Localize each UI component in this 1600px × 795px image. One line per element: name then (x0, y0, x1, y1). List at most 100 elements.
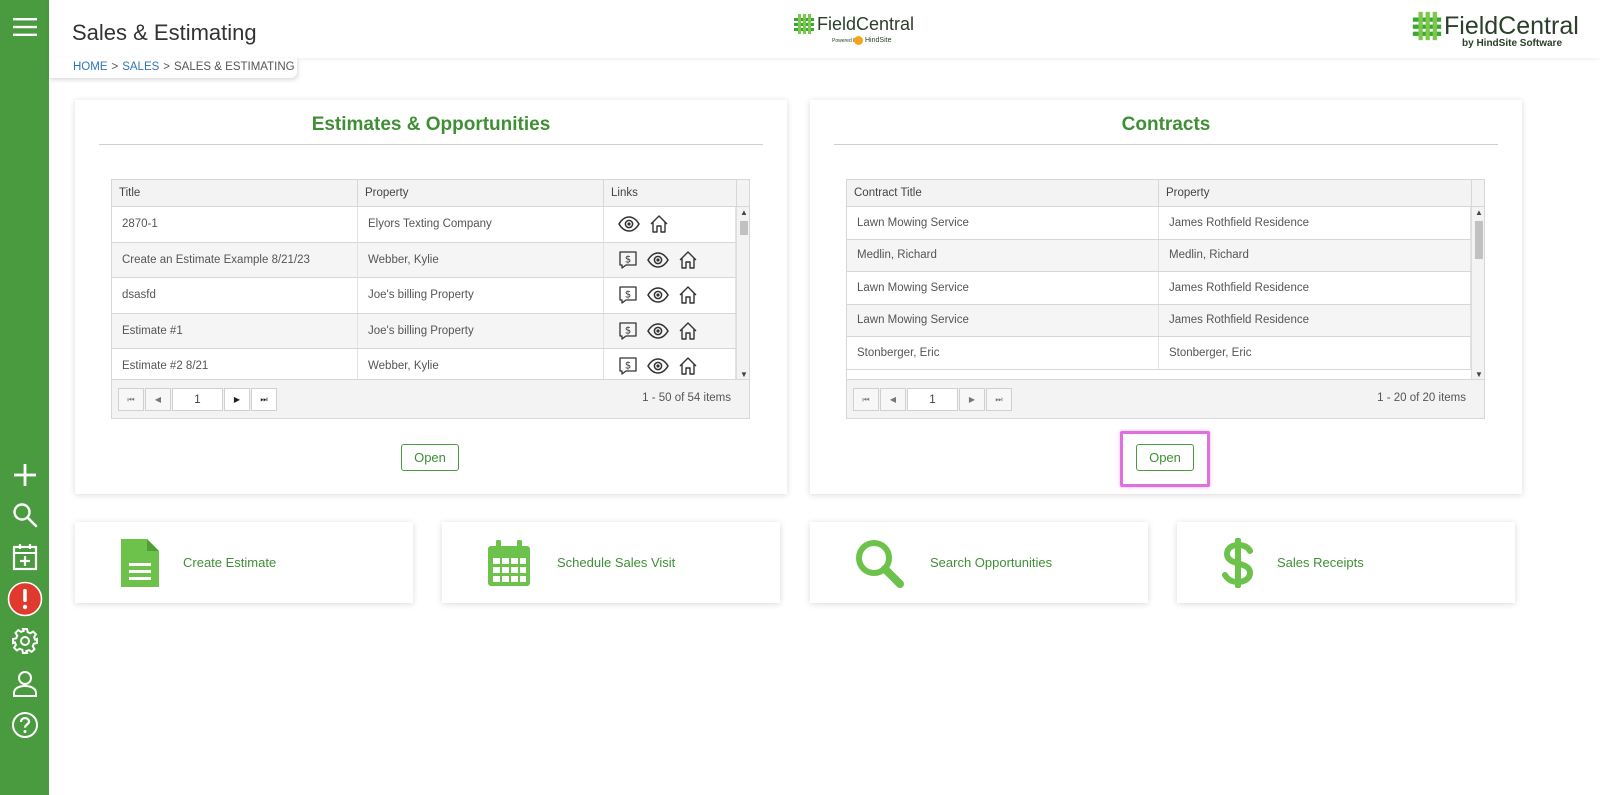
estimate-dollar-icon[interactable]: $ (618, 321, 638, 341)
scroll-thumb[interactable] (1475, 221, 1483, 259)
row-property: Webber, Kylie (358, 242, 604, 277)
plus-icon[interactable] (0, 457, 49, 493)
prev-page-button[interactable]: ◀ (145, 388, 171, 411)
estimates-title: Estimates & Opportunities (311, 114, 551, 135)
sales-receipts-card[interactable]: Sales Receipts (1177, 522, 1515, 603)
row-title: Stonberger, Eric (847, 337, 1159, 369)
divider (834, 144, 1498, 145)
logo-right-text: FieldCentral (1444, 12, 1579, 40)
svg-text:$: $ (625, 325, 631, 336)
row-property: James Rothfield Residence (1159, 272, 1471, 304)
breadcrumb: HOME > SALES > SALES & ESTIMATING (49, 58, 297, 78)
first-page-button[interactable]: ⏮ (118, 388, 144, 411)
breadcrumb-home[interactable]: HOME (73, 61, 108, 73)
row-title: Create an Estimate Example 8/21/23 (112, 242, 358, 277)
estimate-dollar-icon[interactable]: $ (618, 356, 638, 376)
row-links: $ (604, 278, 736, 313)
column-header-title[interactable]: Title (112, 180, 358, 207)
view-icon[interactable] (647, 287, 669, 304)
last-page-button[interactable]: ⏭ (251, 388, 277, 411)
alert-icon[interactable] (0, 581, 49, 617)
scroll-thumb[interactable] (740, 221, 748, 235)
menu-icon[interactable] (0, 9, 49, 45)
calendar-icon (484, 538, 534, 588)
svg-text:$: $ (625, 254, 631, 265)
view-icon[interactable] (647, 251, 669, 268)
table-row[interactable]: Lawn Mowing Service James Rothfield Resid… (847, 207, 1471, 240)
table-row[interactable]: Medlin, Richard Medlin, Richard (847, 239, 1471, 272)
contracts-title: Contracts (1121, 114, 1211, 135)
schedule-sales-visit-card[interactable]: Schedule Sales Visit (442, 522, 780, 603)
user-icon[interactable] (0, 665, 49, 701)
estimates-panel: Estimates & Opportunities Title Property… (75, 100, 787, 494)
view-icon[interactable] (647, 322, 669, 339)
column-header-links[interactable]: Links (604, 180, 737, 207)
scrollbar[interactable]: ▲ ▼ (736, 207, 749, 380)
scrollbar[interactable]: ▲ ▼ (1471, 207, 1484, 380)
row-property: James Rothfield Residence (1159, 304, 1471, 336)
first-page-button[interactable]: ⏮ (853, 388, 879, 411)
breadcrumb-current: SALES & ESTIMATING (174, 61, 295, 73)
table-row[interactable]: Estimate #1 Joe's billing Property $ (112, 313, 736, 349)
row-property: Medlin, Richard (1159, 239, 1471, 271)
column-header-property[interactable]: Property (358, 180, 604, 207)
logo-right-tagline: by HindSite Software (1462, 38, 1563, 49)
next-page-button[interactable]: ▶ (224, 388, 250, 411)
column-header-contract-title[interactable]: Contract Title (847, 180, 1159, 207)
dollar-icon (1213, 538, 1263, 588)
sales-receipts-label: Sales Receipts (1277, 555, 1364, 570)
row-title: Estimate #1 (112, 313, 358, 348)
property-icon[interactable] (678, 285, 698, 305)
row-title: Lawn Mowing Service (847, 272, 1159, 304)
contracts-grid: Contract Title Property Lawn Mowing Serv… (846, 179, 1485, 419)
sidebar (0, 0, 49, 795)
row-title: 2870-1 (112, 207, 358, 242)
table-row[interactable]: Create an Estimate Example 8/21/23 Webber… (112, 242, 736, 278)
prev-page-button[interactable]: ◀ (880, 388, 906, 411)
pager-info: 1 - 50 of 54 items (642, 392, 731, 404)
table-row[interactable]: dsasfd Joe's billing Property $ (112, 278, 736, 314)
property-icon[interactable] (649, 214, 669, 234)
table-row[interactable]: Stonberger, Eric Stonberger, Eric (847, 337, 1471, 370)
row-property: Joe's billing Property (358, 313, 604, 348)
estimate-dollar-icon[interactable]: $ (618, 285, 638, 305)
search-icon (854, 538, 904, 588)
table-row[interactable]: Lawn Mowing Service James Rothfield Resid… (847, 272, 1471, 305)
search-opportunities-card[interactable]: Search Opportunities (810, 522, 1148, 603)
view-icon[interactable] (618, 216, 640, 233)
grid-header: Title Property Links (112, 180, 749, 207)
calendar-add-icon[interactable] (0, 539, 49, 575)
last-page-button[interactable]: ⏭ (986, 388, 1012, 411)
fieldcentral-logo-center: FieldCentral Powered By HindSite (792, 10, 915, 48)
row-property: Joe's billing Property (358, 278, 604, 313)
logo-center-text: FieldCentral (817, 14, 915, 34)
next-page-button[interactable]: ▶ (959, 388, 985, 411)
create-estimate-card[interactable]: Create Estimate (75, 522, 413, 603)
page-header: Sales & Estimating FieldCentral Powered … (49, 0, 1600, 58)
column-header-property[interactable]: Property (1159, 180, 1472, 207)
svg-text:$: $ (625, 361, 631, 372)
property-icon[interactable] (678, 250, 698, 270)
svg-text:$: $ (625, 290, 631, 301)
breadcrumb-sep: > (111, 61, 119, 73)
fieldcentral-mark-icon (1412, 11, 1442, 41)
row-links: $ (604, 313, 736, 348)
view-icon[interactable] (647, 358, 669, 375)
breadcrumb-sales[interactable]: SALES (122, 61, 159, 73)
property-icon[interactable] (678, 321, 698, 341)
estimate-dollar-icon[interactable]: $ (618, 250, 638, 270)
logo-center-brand: HindSite (865, 37, 892, 44)
property-icon[interactable] (678, 356, 698, 376)
contracts-panel: Contracts Contract Title Property Lawn M… (810, 100, 1522, 494)
row-property: Elyors Texting Company (358, 207, 604, 242)
table-row[interactable]: Lawn Mowing Service James Rothfield Resid… (847, 304, 1471, 337)
gear-icon[interactable] (0, 623, 49, 659)
estimates-open-button[interactable]: Open (401, 444, 459, 471)
contracts-open-button[interactable]: Open (1136, 444, 1194, 471)
search-icon[interactable] (0, 497, 49, 533)
table-row[interactable]: 2870-1 Elyors Texting Company (112, 207, 736, 243)
page-input[interactable] (907, 388, 958, 411)
row-links: $ (604, 242, 736, 277)
page-input[interactable] (172, 388, 223, 411)
help-icon[interactable] (0, 707, 49, 743)
